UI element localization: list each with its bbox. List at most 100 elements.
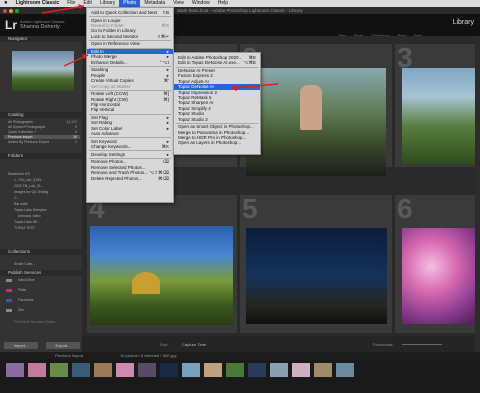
menu-item-label: Topaz Simplify 4 <box>178 105 211 111</box>
publish-service-item[interactable]: Flickr <box>4 288 80 292</box>
flickr-icon <box>6 289 12 292</box>
maximize-window-button[interactable] <box>15 9 19 13</box>
folder-item[interactable]: previous video <box>4 214 80 218</box>
catalog-item-previous-import[interactable]: Previous Import 10 <box>4 135 80 139</box>
menu-item-enhance-details[interactable]: Enhance Details... ⌃⌥I <box>87 60 173 65</box>
menu-item-label: Topaz Studio 2 <box>178 116 208 122</box>
menu-view[interactable]: View <box>169 0 188 7</box>
filmstrip-thumbnail[interactable] <box>314 363 332 377</box>
menu-item-add-to-quick-collection-and-next[interactable]: Add to Quick Collection and Next ⇧B <box>87 10 173 15</box>
collections-header[interactable]: Collections <box>0 249 82 255</box>
publish-services-header[interactable]: Publish Services <box>0 270 82 276</box>
catalog-item[interactable]: All Synced Photographs 0 <box>4 125 80 129</box>
sort-select[interactable]: Capture Time <box>182 342 206 347</box>
filmstrip-thumbnail[interactable] <box>138 363 156 377</box>
photo-thumbnail-flower[interactable] <box>402 228 475 324</box>
catalog-item-label: All Photographs <box>8 120 33 124</box>
apple-icon[interactable]: ● <box>0 0 12 7</box>
export-button[interactable]: Export... <box>46 342 80 349</box>
find-more-services-link[interactable]: Find More Services Online... <box>4 320 80 324</box>
import-button[interactable]: Import... <box>4 342 38 349</box>
close-window-button[interactable] <box>3 9 7 13</box>
submenu-arrow-icon: ▸ <box>166 151 169 157</box>
shortcut-label: ⌃⌥I <box>158 59 169 65</box>
folder-item[interactable]: C... <box>4 196 80 200</box>
menu-metadata[interactable]: Metadata <box>140 0 169 7</box>
collection-item[interactable]: Smart Colle... <box>4 262 80 266</box>
folder-item[interactable]: TOPAZ TEST <box>4 226 80 230</box>
photo-menu: Add to Quick Collection and Next ⇧B Open i… <box>86 7 174 203</box>
menu-item-label: Open in Reference View <box>91 41 140 47</box>
folder-item[interactable]: Topaz Labs Samples <box>4 208 80 212</box>
catalog-item-label: Added By Previous Export <box>8 140 49 144</box>
menu-item-label: Topaz Sharpen AI <box>178 100 214 106</box>
menu-library[interactable]: Library <box>96 0 119 7</box>
publish-service-item[interactable]: Zen <box>4 308 80 312</box>
filmstrip-thumbnail[interactable] <box>116 363 134 377</box>
menu-item-label: DeNoise AI Preset <box>178 68 215 73</box>
filmstrip-thumbnail[interactable] <box>94 363 112 377</box>
folder-item[interactable]: Macintosh HD <box>4 172 80 176</box>
menu-item-delete-rejected-photos[interactable]: Delete Rejected Photos... ⌘⌫ <box>87 176 173 181</box>
filmstrip-thumbnail[interactable] <box>182 363 200 377</box>
menu-item-lock-to-second-monitor[interactable]: Lock to Second Monitor ⇧⌘↵ <box>87 34 173 39</box>
navigator-header[interactable]: Navigator <box>0 36 82 42</box>
menu-photo[interactable]: Photo <box>119 0 141 7</box>
menu-item-label: Flip Horizontal <box>91 102 120 107</box>
folder-item[interactable]: Images for QA Testing <box>4 190 80 194</box>
catalog-item[interactable]: Quick Collection + 0 <box>4 130 80 134</box>
submenu-item-topaz-studio-2[interactable]: Topaz Studio 2 <box>174 117 260 122</box>
menu-item-auto-advance[interactable]: Auto Advance <box>87 131 173 136</box>
filmstrip-thumbnail[interactable] <box>248 363 266 377</box>
facebook-icon <box>6 299 12 302</box>
menu-item-label: Delete Rejected Photos... <box>91 175 143 181</box>
filmstrip-thumbnail[interactable] <box>204 363 222 377</box>
submenu-item-open-as-layers-in-photoshop[interactable]: Open as Layers in Photoshop... <box>174 140 260 145</box>
menu-item-open-in-reference-view[interactable]: Open in Reference View <box>87 41 173 46</box>
menu-item-flip-vertical[interactable]: Flip Vertical <box>87 107 173 112</box>
filmstrip-source[interactable]: Previous Import <box>55 353 83 358</box>
folder-item[interactable]: Topaz Labs Wi... <box>4 220 80 224</box>
submenu-item-edit-in-topaz-denoise-ai-exe[interactable]: Edit in Topaz DeNoise AI.exe... ⌥⌘E <box>174 60 260 65</box>
menu-item-label: Rotate Right (CW) <box>91 96 128 102</box>
filmstrip-thumbnail[interactable] <box>292 363 310 377</box>
photo-thumbnail-night[interactable] <box>246 228 387 324</box>
minimize-window-button[interactable] <box>9 9 13 13</box>
menu-item-label: Remove and Trash Photos... <box>91 170 149 176</box>
filmstrip-thumbnail[interactable] <box>28 363 46 377</box>
folders-header[interactable]: Folders <box>0 153 82 159</box>
thumbnail-size-slider[interactable] <box>402 344 442 345</box>
menu-item-label: Open as Smart Object in Photoshop... <box>178 124 254 130</box>
publish-service-item[interactable]: Hard Drive <box>4 278 80 282</box>
filmstrip-thumbnail[interactable] <box>160 363 178 377</box>
catalog-item-count: 1 <box>75 140 77 144</box>
menu-item-label: Remove Selected Photos... <box>91 164 146 170</box>
shortcut-label: ⌥⌘E <box>243 60 256 66</box>
filmstrip <box>0 359 480 393</box>
shortcut-label: ⇧⌘↵ <box>156 33 169 39</box>
filmstrip-thumbnail[interactable] <box>50 363 68 377</box>
catalog-header[interactable]: Catalog <box>0 112 82 118</box>
catalog-item[interactable]: All Photographs 11,171 <box>4 120 80 124</box>
filmstrip-thumbnail[interactable] <box>336 363 354 377</box>
filmstrip-thumbnail[interactable] <box>270 363 288 377</box>
filmstrip-thumbnail[interactable] <box>6 363 24 377</box>
folder-item[interactable]: 2022 Fill_Lab_31... <box>4 184 80 188</box>
catalog-item[interactable]: Added By Previous Export 1 <box>4 140 80 144</box>
publish-service-item[interactable]: Facebook <box>4 298 80 302</box>
folder-item[interactable]: Bar edits <box>4 202 80 206</box>
filmstrip-thumbnail[interactable] <box>72 363 90 377</box>
filmstrip-thumbnail[interactable] <box>226 363 244 377</box>
folder-item[interactable]: 1 - Fill_Lab_3199... <box>4 178 80 182</box>
photo-thumbnail-hobbit-hole[interactable] <box>90 226 233 325</box>
right-panel-edge <box>475 36 480 352</box>
service-label: Flickr <box>18 288 27 292</box>
menu-window[interactable]: Window <box>188 0 214 7</box>
menu-item-label: Change Keywords... <box>91 144 132 150</box>
menu-help[interactable]: Help <box>214 0 232 7</box>
menu-item-change-keywords[interactable]: Change Keywords... ⌘K <box>87 144 173 149</box>
module-library[interactable]: Library <box>453 19 474 26</box>
menu-item-develop-settings[interactable]: Develop Settings ▸ <box>87 152 173 157</box>
catalog-item-label: All Synced Photographs <box>8 125 46 129</box>
photo-thumbnail-landscape[interactable] <box>402 68 475 164</box>
